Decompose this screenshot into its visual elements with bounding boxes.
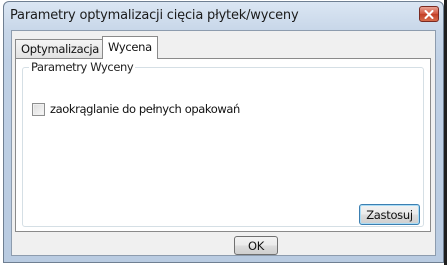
ok-button[interactable]: OK [234,236,278,255]
close-icon [424,9,434,19]
tab-optymalizacja[interactable]: Optymalizacja [15,39,106,58]
dialog-window: Parametry optymalizacji cięcia płytek/wy… [3,1,444,263]
tab-strip: Optymalizacja Wycena [15,36,415,59]
close-button[interactable] [419,6,439,22]
title-bar[interactable]: Parametry optymalizacji cięcia płytek/wy… [4,2,443,30]
tab-wycena[interactable]: Wycena [102,36,158,59]
dialog-client-area: Optymalizacja Wycena Parametry Wyceny za… [11,30,436,256]
round-packages-option[interactable]: zaokrąglanie do pełnych opakowań [32,102,240,116]
round-packages-label[interactable]: zaokrąglanie do pełnych opakowań [50,102,240,116]
tab-panel-wycena: Parametry Wyceny zaokrąglanie do pełnych… [15,58,431,232]
window-title: Parametry optymalizacji cięcia płytek/wy… [10,8,299,23]
apply-button[interactable]: Zastosuj [359,204,420,225]
group-legend: Parametry Wyceny [29,60,136,74]
round-packages-checkbox[interactable] [32,102,45,116]
pricing-parameters-group: Parametry Wyceny zaokrąglanie do pełnych… [22,60,424,227]
